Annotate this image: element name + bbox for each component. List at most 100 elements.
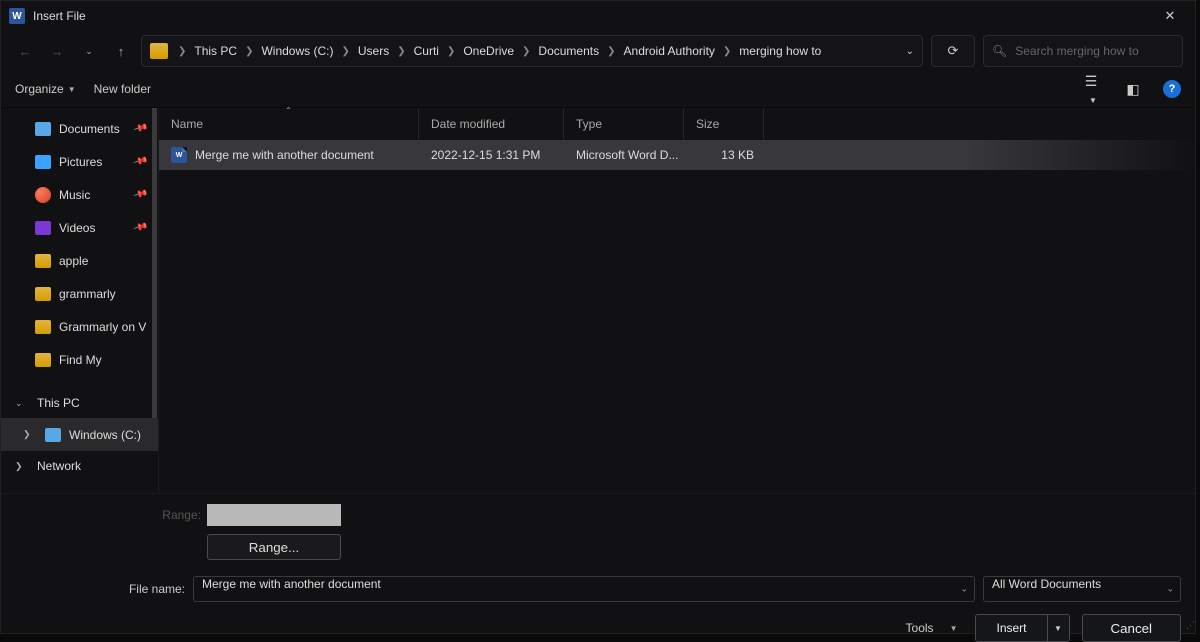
insert-dropdown[interactable]: ▼: [1047, 615, 1069, 641]
column-header-type[interactable]: Type: [564, 108, 684, 140]
filename-label: File name:: [15, 582, 185, 596]
word-app-icon: W: [9, 8, 25, 24]
breadcrumb-item[interactable]: OneDrive: [461, 44, 516, 58]
chevron-right-icon: ❯: [15, 461, 25, 472]
breadcrumb-item[interactable]: This PC: [192, 44, 239, 58]
breadcrumb-item[interactable]: merging how to: [737, 44, 823, 58]
breadcrumb-item[interactable]: Curti: [412, 44, 441, 58]
sidebar-item-documents[interactable]: Documents 📌: [1, 112, 158, 145]
preview-pane-icon: ◧: [1126, 81, 1139, 97]
search-placeholder: Search merging how to: [1015, 44, 1138, 58]
breadcrumb-item[interactable]: Android Authority: [622, 44, 717, 58]
sidebar-item-pictures[interactable]: Pictures 📌: [1, 145, 158, 178]
folder-icon: [35, 353, 51, 367]
file-name: Merge me with another document: [195, 148, 374, 162]
documents-icon: [35, 122, 51, 136]
recent-dropdown[interactable]: ⌄: [77, 46, 101, 57]
sidebar-item-label: Documents: [59, 122, 120, 136]
caret-down-icon: ▼: [950, 624, 958, 633]
chevron-right-icon: ❯: [520, 46, 532, 57]
column-header-date[interactable]: Date modified: [419, 108, 564, 140]
chevron-down-icon: ⌄: [15, 398, 25, 409]
insert-button[interactable]: Insert: [976, 615, 1046, 641]
breadcrumb-item[interactable]: Users: [356, 44, 391, 58]
sort-ascending-icon: ⌃: [285, 106, 292, 115]
column-header-name[interactable]: ⌃ Name: [159, 108, 419, 140]
toolbar: Organize ▼ New folder ☰ ▼ ◧ ?: [1, 71, 1195, 107]
column-label: Size: [696, 117, 719, 131]
sidebar-item-label: grammarly: [59, 287, 116, 301]
sidebar-item-label: Music: [59, 188, 90, 202]
sidebar-item-label: Grammarly on V: [59, 320, 146, 334]
resize-grip[interactable]: ⋰: [1186, 620, 1193, 631]
pin-icon: 📌: [132, 121, 148, 137]
sidebar-item-label: Videos: [59, 221, 95, 235]
sidebar-item-videos[interactable]: Videos 📌: [1, 211, 158, 244]
insert-label: Insert: [996, 621, 1026, 635]
sidebar-item-folder[interactable]: Grammarly on V: [1, 310, 158, 343]
file-row[interactable]: W Merge me with another document 2022-12…: [159, 140, 1195, 170]
sidebar-group-label: This PC: [37, 396, 80, 410]
up-button[interactable]: ↑: [109, 44, 133, 59]
sidebar-item-folder[interactable]: grammarly: [1, 277, 158, 310]
chevron-right-icon: ❯: [339, 46, 351, 57]
forward-button[interactable]: →: [45, 44, 69, 59]
dialog-body: Documents 📌 Pictures 📌 Music 📌 Videos 📌: [1, 107, 1195, 493]
file-type: Microsoft Word D...: [564, 148, 684, 162]
pin-icon: 📌: [132, 220, 148, 236]
pin-icon: 📌: [132, 187, 148, 203]
sidebar-item-music[interactable]: Music 📌: [1, 178, 158, 211]
view-options-button[interactable]: ☰ ▼: [1079, 73, 1103, 106]
address-dropdown[interactable]: ⌄: [906, 46, 914, 57]
column-label: Type: [576, 117, 602, 131]
folder-icon: [35, 320, 51, 334]
close-button[interactable]: ✕: [1153, 8, 1187, 24]
back-button[interactable]: ←: [13, 44, 37, 59]
range-button[interactable]: Range...: [207, 534, 341, 560]
filetype-select[interactable]: All Word Documents ⌄: [983, 576, 1181, 602]
preview-pane-button[interactable]: ◧: [1121, 81, 1145, 98]
sidebar-item-folder[interactable]: apple: [1, 244, 158, 277]
range-input[interactable]: [207, 504, 341, 526]
folder-icon: [35, 254, 51, 268]
organize-menu[interactable]: Organize ▼: [15, 82, 76, 96]
organize-label: Organize: [15, 82, 64, 96]
chevron-right-icon: ❯: [23, 429, 31, 440]
file-date: 2022-12-15 1:31 PM: [419, 148, 564, 162]
refresh-icon: ⟳: [948, 43, 959, 59]
sidebar-item-folder[interactable]: Find My: [1, 343, 158, 376]
range-button-label: Range...: [249, 540, 299, 555]
sidebar-item-label: apple: [59, 254, 88, 268]
new-folder-button[interactable]: New folder: [94, 82, 151, 96]
new-folder-label: New folder: [94, 82, 151, 96]
music-icon: [35, 187, 51, 203]
nav-row: ← → ⌄ ↑ ❯ This PC ❯ Windows (C:) ❯ Users…: [1, 31, 1195, 71]
address-bar[interactable]: ❯ This PC ❯ Windows (C:) ❯ Users ❯ Curti…: [141, 35, 923, 67]
help-button[interactable]: ?: [1163, 80, 1181, 98]
breadcrumb-item[interactable]: Documents: [536, 44, 601, 58]
filename-input[interactable]: Merge me with another document ⌄: [193, 576, 975, 602]
sidebar-item-label: Windows (C:): [69, 428, 141, 442]
search-icon: 🔍︎: [992, 44, 1007, 58]
pin-icon: 📌: [132, 154, 148, 170]
filename-value: Merge me with another document: [202, 577, 381, 591]
sidebar-group-network[interactable]: ❯ Network: [1, 451, 158, 481]
search-box[interactable]: 🔍︎ Search merging how to: [983, 35, 1183, 67]
refresh-button[interactable]: ⟳: [931, 35, 975, 67]
sidebar-item-label: Pictures: [59, 155, 102, 169]
sidebar-item-drive[interactable]: ❯ Windows (C:): [1, 418, 158, 451]
caret-down-icon: ▼: [1089, 96, 1097, 105]
column-header-size[interactable]: Size: [684, 108, 764, 140]
sidebar-group-this-pc[interactable]: ⌄ This PC: [1, 388, 158, 418]
tools-menu[interactable]: Tools: [906, 621, 934, 635]
tools-label: Tools: [906, 621, 934, 635]
chevron-right-icon: ❯: [395, 46, 407, 57]
range-label: Range:: [151, 508, 201, 522]
dropdown-icon[interactable]: ⌄: [960, 584, 968, 595]
cancel-label: Cancel: [1111, 621, 1153, 636]
breadcrumb-item[interactable]: Windows (C:): [259, 44, 335, 58]
chevron-right-icon: ❯: [605, 46, 617, 57]
videos-icon: [35, 221, 51, 235]
titlebar: W Insert File ✕: [1, 1, 1195, 31]
dropdown-icon[interactable]: ⌄: [1166, 584, 1174, 595]
